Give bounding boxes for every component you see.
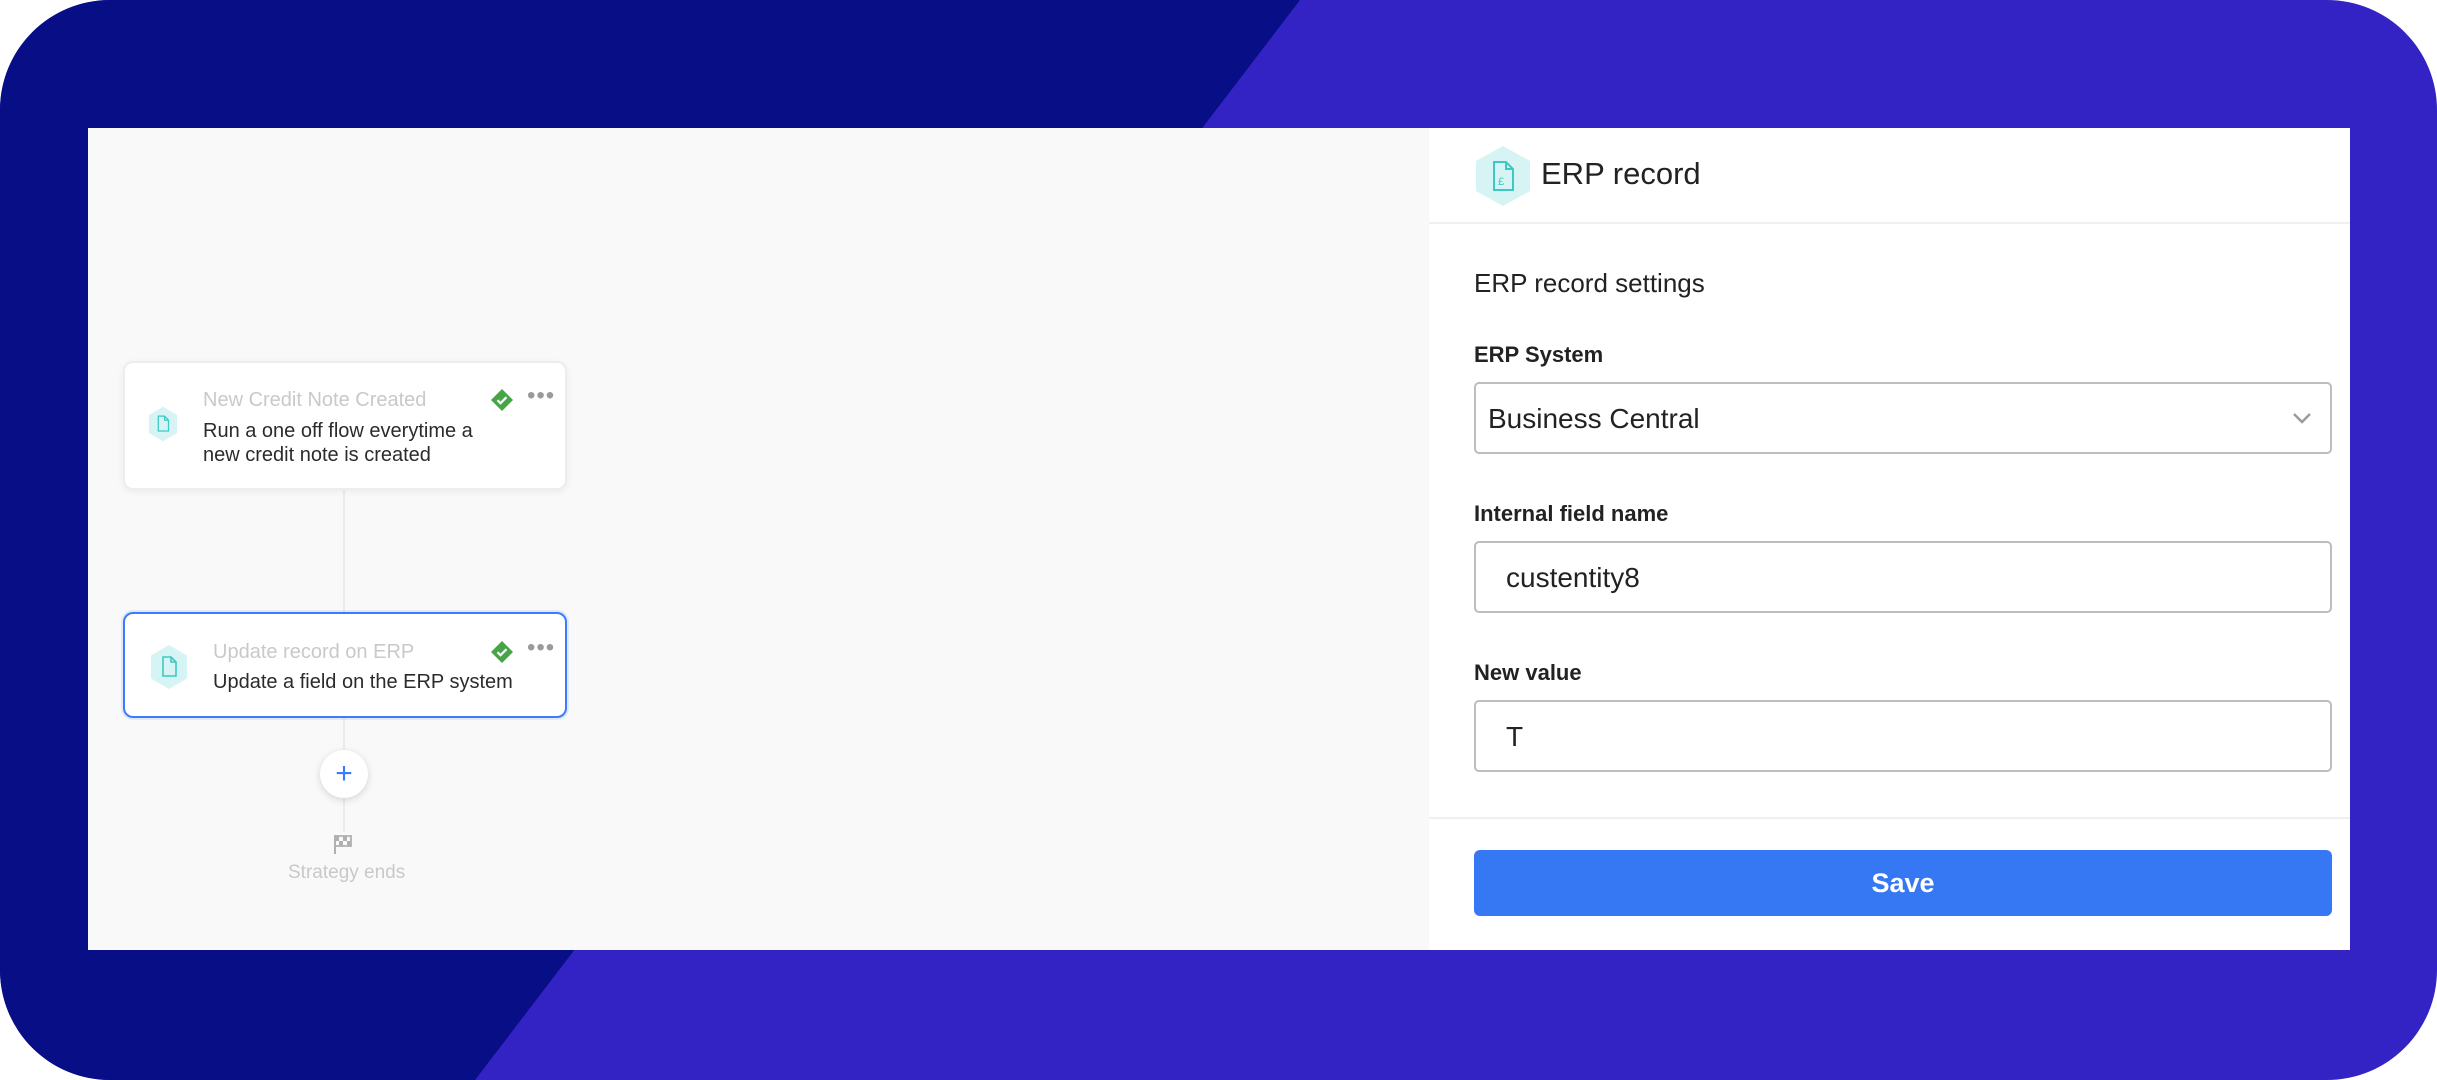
strategy-end-label: Strategy ends — [288, 862, 406, 883]
panel-header: £ ERP record — [1429, 128, 2350, 224]
check-icon — [491, 389, 513, 411]
new-value-value: T — [1506, 721, 1524, 752]
flag-icon — [334, 835, 352, 854]
flow-node-trigger[interactable]: New Credit Note Created Run a one off fl… — [123, 361, 567, 490]
erp-system-select[interactable]: Business Central — [1474, 382, 2332, 454]
more-icon[interactable]: ••• — [527, 384, 555, 408]
internal-field-label: Internal field name — [1474, 501, 1669, 526]
connector-line — [343, 718, 345, 750]
node-description: Run a one off flow everytime a new credi… — [203, 420, 473, 466]
connector-line — [343, 490, 345, 612]
new-value-label: New value — [1474, 660, 1582, 685]
chevron-down-icon — [2293, 413, 2311, 424]
device-frame: New Credit Note Created Run a one off fl… — [0, 0, 2437, 1080]
internal-field-input[interactable]: custentity8 — [1474, 541, 2332, 613]
document-icon — [151, 645, 187, 689]
save-button[interactable]: Save — [1474, 850, 2332, 916]
erp-system-value: Business Central — [1488, 403, 1700, 434]
svg-text:£: £ — [1498, 176, 1504, 188]
new-value-input[interactable]: T — [1474, 700, 2332, 772]
settings-panel: £ ERP record ERP record settings ERP Sys… — [1429, 128, 2350, 950]
erp-system-label: ERP System — [1474, 342, 1604, 367]
more-icon[interactable]: ••• — [527, 636, 555, 660]
divider — [1429, 817, 2350, 819]
document-icon — [148, 406, 178, 442]
check-icon — [491, 641, 513, 663]
panel-title: ERP record — [1541, 156, 1701, 191]
internal-field-value: custentity8 — [1506, 562, 1640, 593]
node-title: New Credit Note Created — [203, 389, 427, 411]
connector-line — [343, 798, 345, 832]
app-window: New Credit Note Created Run a one off fl… — [88, 128, 2350, 950]
section-title: ERP record settings — [1474, 268, 1705, 298]
document-icon: £ — [1476, 146, 1530, 206]
node-description: Update a field on the ERP system — [213, 671, 513, 693]
node-title: Update record on ERP — [213, 641, 415, 663]
flow-node-action[interactable]: Update record on ERP Update a field on t… — [123, 612, 567, 718]
add-step-button[interactable]: + — [320, 750, 368, 798]
